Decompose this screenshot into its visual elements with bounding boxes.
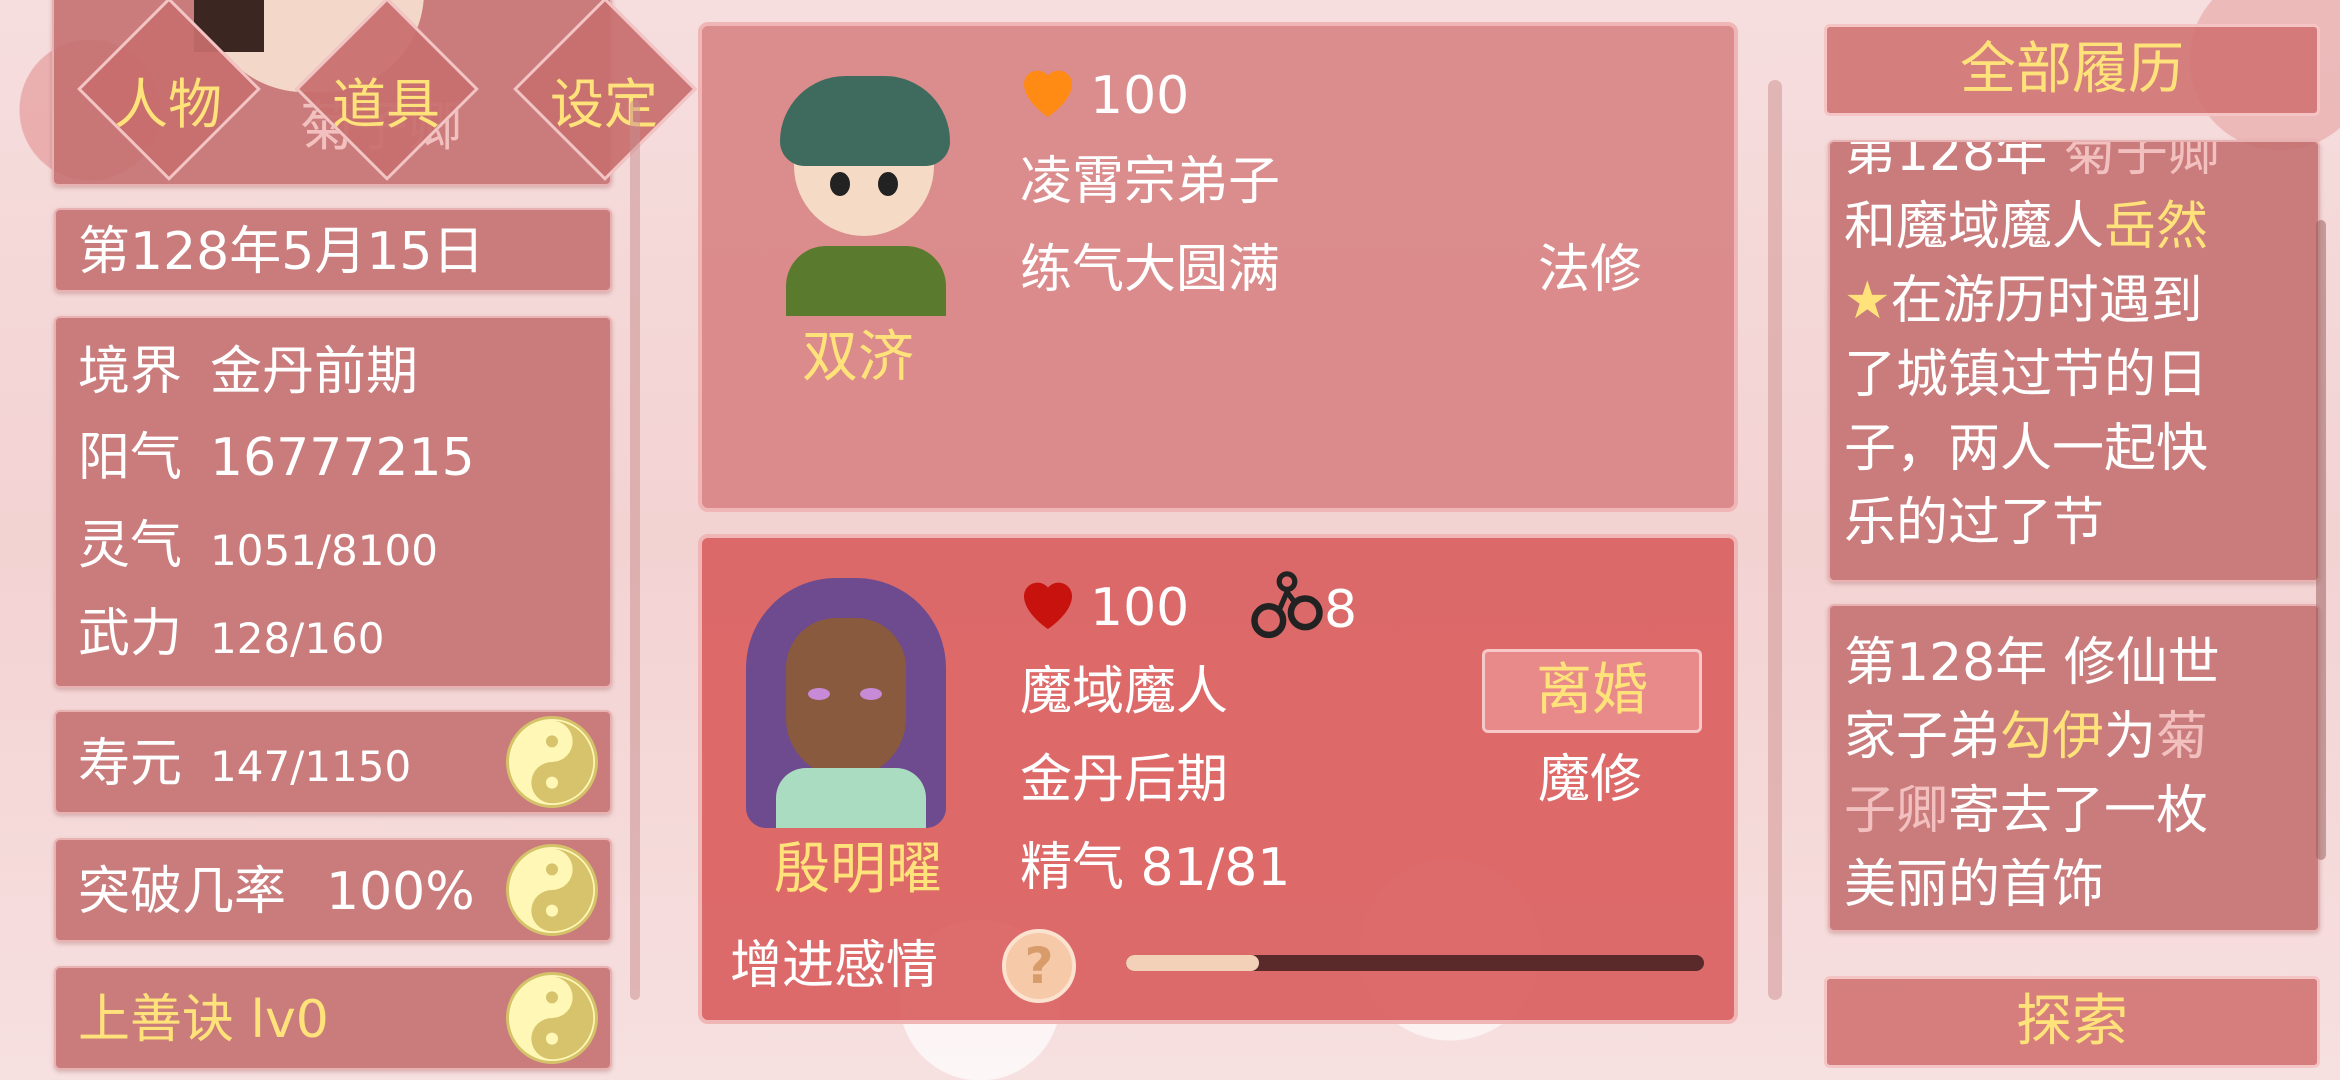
bond-progress-fill xyxy=(1126,955,1259,971)
items-menu-label[interactable]: 道具 xyxy=(332,60,440,139)
companion-name: 双济 xyxy=(802,325,914,390)
settings-menu-label[interactable]: 设定 xyxy=(550,60,658,139)
log-text: 和魔域魔人 xyxy=(1844,197,2105,257)
breakthrough-value: 100% xyxy=(326,862,475,922)
companion-sect: 凌霄宗弟子 xyxy=(1020,152,1281,212)
all-history-label[interactable]: 全部履历 xyxy=(1960,37,2184,102)
companion-card-2[interactable]: 殷明曜 100 8 魔域魔人 金丹后期 魔修 精气 81/81 增进感情 xyxy=(698,534,1738,1024)
companion-class: 法修 xyxy=(1538,240,1643,300)
stat-realm-label: 境界 xyxy=(78,342,183,402)
bond-action-label: 增进感情 xyxy=(730,936,939,996)
log-text: 子，两人一起快 xyxy=(1844,419,2209,479)
companion-essence: 精气 81/81 xyxy=(1020,838,1291,898)
log-text: 家子弟 xyxy=(1844,707,2001,767)
handcuffs-icon xyxy=(1251,571,1323,639)
log-name-highlight: 菊 xyxy=(2156,707,2209,767)
companion-realm: 练气大圆满 xyxy=(1020,240,1281,300)
history-entry-2-text: 第128年 修仙世 家子弟勾伊为菊 子卿寄去了一枚 美丽的首饰 xyxy=(1844,626,2220,922)
history-entry-1: 第128年 菊子卿 和魔域魔人岳然 ★在游历时遇到 了城镇过节的日 子，两人一起… xyxy=(1828,140,2320,582)
stat-realm-value: 金丹前期 xyxy=(210,342,419,402)
log-text: 为 xyxy=(2104,707,2157,767)
star-icon: ★ xyxy=(1844,271,1891,331)
log-text: 寄去了一枚 xyxy=(1948,781,2209,841)
explore-label[interactable]: 探索 xyxy=(2016,989,2128,1054)
companion-card-1[interactable]: 双济 100 凌霄宗弟子 练气大圆满 法修 xyxy=(698,22,1738,512)
log-text: 了城镇过节的日 xyxy=(1844,345,2209,405)
log-text: 第128年 修仙世 xyxy=(1844,633,2220,693)
log-text: 在游历时遇到 xyxy=(1890,271,2203,331)
game-date: 第128年5月15日 xyxy=(78,222,485,282)
stat-yang-label: 阳气 xyxy=(78,428,183,488)
breakthrough-panel: 突破几率 100% xyxy=(54,838,612,942)
stat-force-label: 武力 xyxy=(78,604,183,664)
left-scrollbar[interactable] xyxy=(630,100,640,1000)
log-name-highlight: 菊子卿 xyxy=(2063,140,2220,183)
companion-portrait xyxy=(736,578,966,828)
stat-force-value: 128/160 xyxy=(210,614,385,663)
companion-name: 殷明曜 xyxy=(774,837,942,902)
lifespan-label: 寿元 xyxy=(78,734,183,794)
lifespan-panel: 寿元 147/1150 xyxy=(54,710,612,814)
character-menu-label[interactable]: 人物 xyxy=(114,60,222,139)
companion-sect: 魔域魔人 xyxy=(1020,662,1229,722)
center-scrollbar[interactable] xyxy=(1768,80,1782,1000)
companion-portrait xyxy=(774,76,952,316)
all-history-button[interactable]: 全部履历 xyxy=(1824,24,2320,116)
stat-spirit-value: 1051/8100 xyxy=(210,526,438,575)
log-name-highlight: 岳然 xyxy=(2104,197,2209,257)
log-text: 美丽的首饰 xyxy=(1844,855,2105,915)
skill-label: 上善诀 lv0 xyxy=(78,990,329,1050)
affection-value: 100 xyxy=(1090,66,1190,126)
stat-yang-value: 16777215 xyxy=(210,428,475,488)
heart-icon xyxy=(1024,582,1072,629)
heart-icon xyxy=(1024,70,1072,117)
history-scrollbar[interactable] xyxy=(2316,220,2326,860)
lifespan-value: 147/1150 xyxy=(210,742,412,791)
yin-yang-icon[interactable] xyxy=(506,844,598,936)
divorce-button[interactable]: 离婚 xyxy=(1482,649,1702,733)
stat-spirit-label: 灵气 xyxy=(78,516,183,576)
log-name-highlight: 勾伊 xyxy=(2000,707,2105,767)
player-stats-panel: 境界 金丹前期 阳气 16777215 灵气 1051/8100 武力 128/… xyxy=(54,316,612,688)
help-question-icon[interactable]: ? xyxy=(1002,929,1076,1003)
yin-yang-icon[interactable] xyxy=(506,972,598,1064)
skill-panel: 上善诀 lv0 xyxy=(54,966,612,1070)
date-panel: 第128年5月15日 xyxy=(54,208,612,292)
explore-button[interactable]: 探索 xyxy=(1824,976,2320,1068)
bond-progress-bar xyxy=(1126,955,1704,971)
breakthrough-label: 突破几率 xyxy=(78,862,287,922)
log-text: 第128年 xyxy=(1844,140,2064,183)
bond-count: 8 xyxy=(1324,580,1358,640)
log-text: 乐的过了节 xyxy=(1844,493,2105,553)
yin-yang-icon[interactable] xyxy=(506,716,598,808)
history-entry-2: 第128年 修仙世 家子弟勾伊为菊 子卿寄去了一枚 美丽的首饰 xyxy=(1828,604,2320,932)
history-entry-1-text: 第128年 菊子卿 和魔域魔人岳然 ★在游历时遇到 了城镇过节的日 子，两人一起… xyxy=(1844,140,2220,560)
companion-class: 魔修 xyxy=(1538,750,1643,810)
companion-realm: 金丹后期 xyxy=(1020,750,1229,810)
affection-value: 100 xyxy=(1090,578,1190,638)
log-name-highlight: 子卿 xyxy=(1844,781,1949,841)
